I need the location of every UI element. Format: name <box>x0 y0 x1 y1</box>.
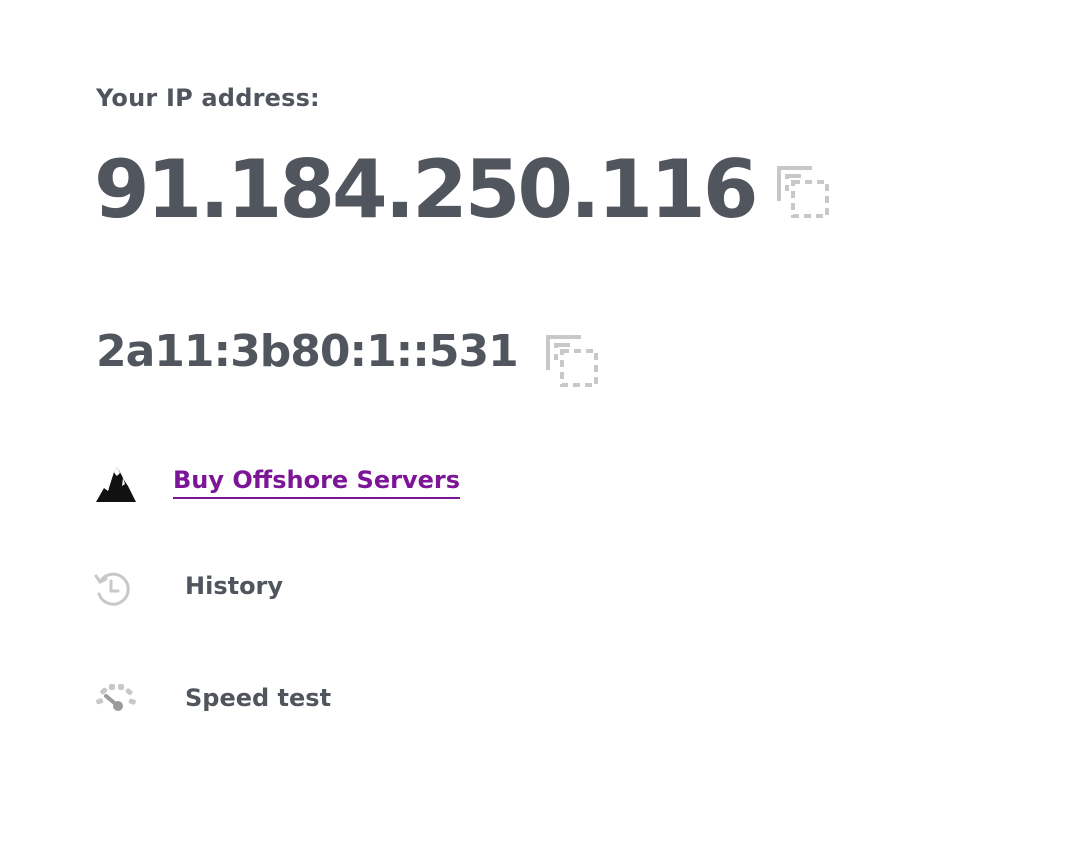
buy-offshore-servers-link[interactable]: Buy Offshore Servers <box>173 466 460 499</box>
history-link[interactable]: History <box>185 572 283 600</box>
speed-test-link[interactable]: Speed test <box>185 684 331 712</box>
mountain-icon <box>94 464 138 504</box>
ipv4-row: 91.184.250.116 <box>94 140 758 240</box>
copy-icon <box>546 335 598 387</box>
speed-test-row <box>94 682 138 714</box>
copy-ipv6-button[interactable] <box>545 334 599 388</box>
copy-icon <box>777 166 829 218</box>
copy-ipv4-button[interactable] <box>776 165 830 219</box>
ipv6-address: 2a11:3b80:1::531 <box>96 326 519 377</box>
ip-address-label: Your IP address: <box>96 84 320 112</box>
ipv4-address: 91.184.250.116 <box>94 143 758 236</box>
speedometer-icon <box>94 682 138 714</box>
history-row <box>94 570 132 608</box>
history-icon <box>94 570 132 608</box>
offshore-row <box>94 464 138 504</box>
